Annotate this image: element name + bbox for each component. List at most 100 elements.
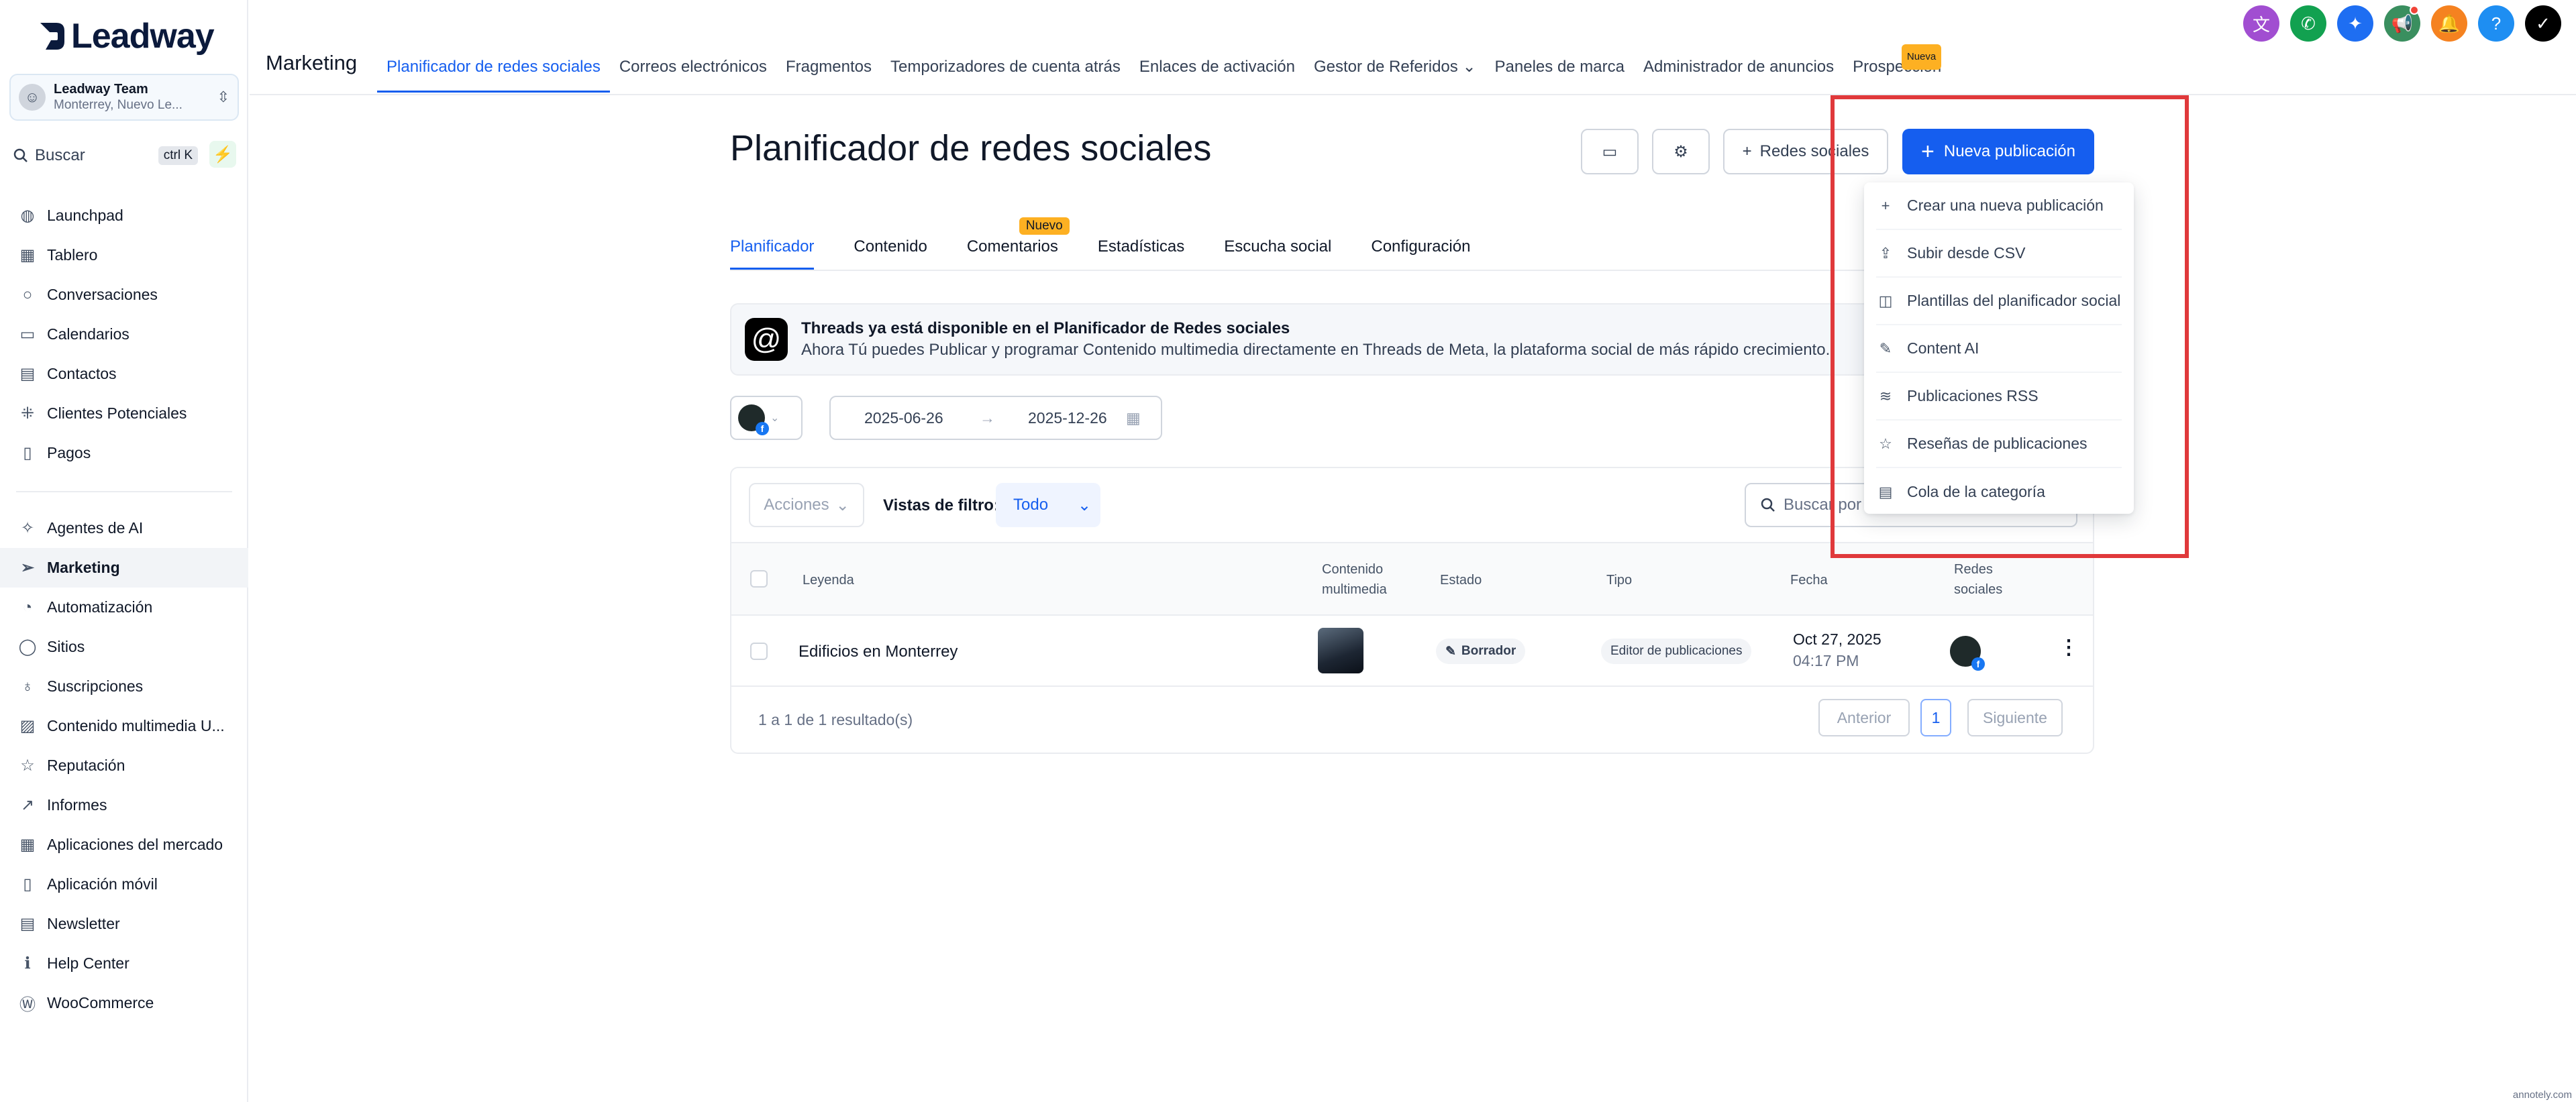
sidebar-item-tablero[interactable]: ▦ Tablero	[0, 235, 248, 275]
sidebar-search[interactable]: Buscar ctrl K	[13, 141, 198, 170]
col-networks: Redes sociales	[1954, 562, 2003, 597]
quick-action-bolt-icon[interactable]: ⚡	[209, 141, 236, 168]
sidebar-item-informes[interactable]: ↗ Informes	[0, 785, 248, 825]
sidebar-item-conversaciones[interactable]: ○ Conversaciones	[0, 275, 248, 315]
info-icon: ℹ	[24, 954, 31, 973]
sidebar-item-label: Calendarios	[47, 325, 130, 343]
sidebar-item-launchpad[interactable]: ◍ Launchpad	[0, 196, 248, 235]
phone-icon[interactable]: ✆	[2290, 5, 2326, 42]
row-date: Oct 27, 2025	[1793, 630, 1882, 648]
actions-label: Acciones	[764, 496, 829, 514]
subtab-planificador[interactable]: Planificador	[730, 228, 815, 270]
sidebar-item-woocommerce[interactable]: Ⓦ WooCommerce	[0, 983, 248, 1023]
facebook-icon: f	[1971, 657, 1985, 671]
calendar-icon: ▭	[19, 325, 36, 343]
col-media: Contenido multimedia	[1322, 562, 1387, 597]
top-bar: Marketing Planificador de redes sociales…	[250, 0, 2576, 95]
sidebar-item-sitios[interactable]: ◯ Sitios	[0, 627, 248, 667]
row-menu-icon[interactable]: ⋮	[2059, 636, 2079, 659]
sidebar-item-aplicacion-movil[interactable]: ▯ Aplicación móvil	[0, 865, 248, 904]
sidebar-item-marketing[interactable]: ➢ Marketing	[0, 548, 248, 588]
megaphone-icon[interactable]: 📢	[2384, 5, 2420, 42]
sidebar-item-aplicaciones-del-mercado[interactable]: ▦ Aplicaciones del mercado	[0, 825, 248, 865]
tab-temporizadores-de-cuenta-atras[interactable]: Temporizadores de cuenta atrás	[881, 55, 1130, 93]
row-time: 04:17 PM	[1793, 652, 1859, 669]
table-row[interactable]: Edificios en Monterrey ✎ Borrador Editor…	[731, 617, 2093, 687]
next-page-button[interactable]: Siguiente	[1967, 699, 2063, 736]
plus-icon: +	[1742, 142, 1752, 160]
select-all-checkbox[interactable]	[750, 570, 768, 588]
page-number-button[interactable]: 1	[1920, 699, 1951, 736]
search-label: Buscar	[35, 146, 85, 164]
filter-views-value: Todo	[1013, 496, 1049, 514]
edit-icon: ✎	[1445, 644, 1456, 659]
facebook-icon: f	[756, 422, 769, 435]
date-range-picker[interactable]: 2025-06-26 → 2025-12-26 ▦	[829, 396, 1162, 440]
subtab-escucha-social[interactable]: Escucha social	[1224, 228, 1331, 270]
subtab-contenido[interactable]: Contenido	[854, 228, 927, 270]
sidebar-item-automatizacion[interactable]: ◔ Automatización	[0, 588, 248, 627]
sidebar-item-label: Sitios	[47, 638, 85, 655]
tab-correos-electronicos[interactable]: Correos electrónicos	[610, 55, 776, 93]
search-icon	[1761, 498, 1775, 512]
profile-icon[interactable]: ✓	[2525, 5, 2561, 42]
sidebar-item-agentes-de-ai[interactable]: ✧ Agentes de AI	[0, 508, 248, 548]
magic-icon[interactable]: ✦	[2337, 5, 2373, 42]
sidebar-item-suscripciones[interactable]: ♁ Suscripciones	[0, 667, 248, 706]
sidebar-item-label: Launchpad	[47, 207, 123, 224]
sidebar-item-newsletter[interactable]: ▤ Newsletter	[0, 904, 248, 944]
account-selector[interactable]: f ⌄	[730, 396, 803, 440]
row-checkbox[interactable]	[750, 643, 768, 660]
sidebar-item-label: Informes	[47, 796, 107, 814]
subtab-label: Planificador	[730, 237, 815, 256]
tab-fragmentos[interactable]: Fragmentos	[776, 55, 881, 93]
help-icon[interactable]: ?	[2478, 5, 2514, 42]
sidebar-item-label: Reputación	[47, 757, 125, 774]
sidebar-item-help-center[interactable]: ℹ Help Center	[0, 944, 248, 983]
sidebar-item-reputacion[interactable]: ☆ Reputación	[0, 746, 248, 785]
feedback-button[interactable]: ▭	[1581, 129, 1639, 174]
subtab-comentarios[interactable]: Comentarios Nuevo	[967, 217, 1070, 270]
row-media-thumbnail[interactable]	[1318, 628, 1363, 673]
tab-gestor-de-referidos[interactable]: Gestor de Referidos ⌄	[1304, 55, 1486, 93]
brand-logo[interactable]: Leadway	[36, 16, 215, 56]
actions-dropdown[interactable]: Acciones ⌄	[749, 483, 864, 527]
tab-administrador-de-anuncios[interactable]: Administrador de anuncios	[1634, 55, 1843, 93]
tab-planificador-de-redes-sociales[interactable]: Planificador de redes sociales	[377, 55, 610, 93]
tab-prospeccion[interactable]: Prospección Nueva	[1843, 44, 1951, 93]
sidebar-item-clientes-potenciales[interactable]: ⁜ Clientes Potenciales	[0, 394, 248, 433]
sidebar-item-contenido-multimedia-u[interactable]: ▨ Contenido multimedia U...	[0, 706, 248, 746]
highlight-box	[1831, 95, 2189, 558]
pipeline-icon: ⁜	[20, 404, 35, 423]
subtab-label: Escucha social	[1224, 237, 1332, 256]
date-from: 2025-06-26	[864, 408, 943, 427]
newsletter-icon: ▤	[19, 915, 36, 933]
woocommerce-icon: Ⓦ	[19, 996, 36, 1014]
star-icon: ☆	[20, 757, 35, 775]
settings-button[interactable]: ⚙	[1652, 129, 1710, 174]
sidebar-nav-primary: ◍ Launchpad ▦ Tablero ○ Conversaciones ▭ Calend…	[0, 196, 248, 473]
prev-page-button[interactable]: Anterior	[1818, 699, 1910, 736]
sidebar-item-pagos[interactable]: ▯ Pagos	[0, 433, 248, 473]
location-switcher[interactable]: ☺ Leadway Team Monterrey, Nuevo Le... ⇳	[9, 74, 239, 121]
contacts-icon: ▤	[19, 365, 36, 383]
tab-enlaces-de-activacion[interactable]: Enlaces de activación	[1130, 55, 1304, 93]
automation-icon: ◔	[22, 598, 33, 616]
sidebar-item-contactos[interactable]: ▤ Contactos	[0, 354, 248, 394]
calendar-icon: ▦	[1126, 408, 1141, 427]
banner-text: Ahora Tú puedes Publicar y programar Con…	[801, 341, 1831, 359]
col-type: Tipo	[1606, 573, 1633, 588]
subtab-configuracion[interactable]: Configuración	[1371, 228, 1470, 270]
location-avatar-icon: ☺	[19, 84, 46, 111]
tab-label: Temporizadores de cuenta atrás	[890, 58, 1121, 76]
subtab-estadisticas[interactable]: Estadísticas	[1098, 228, 1184, 270]
search-icon	[13, 148, 28, 162]
subtab-label: Configuración	[1371, 237, 1471, 256]
sidebar-item-calendarios[interactable]: ▭ Calendarios	[0, 315, 248, 354]
tab-paneles-de-marca[interactable]: Paneles de marca	[1486, 55, 1634, 93]
bell-icon[interactable]: 🔔	[2431, 5, 2467, 42]
translate-icon[interactable]: 文	[2243, 5, 2279, 42]
type-badge: Editor de publicaciones	[1601, 639, 1752, 664]
filter-views-select[interactable]: Todo ⌄	[996, 483, 1100, 527]
col-caption: Leyenda	[803, 573, 854, 588]
